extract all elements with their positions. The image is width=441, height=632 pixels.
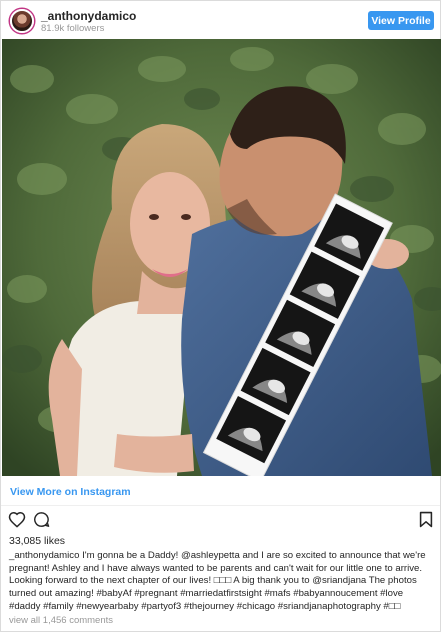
view-profile-button[interactable]: View Profile (368, 11, 434, 30)
follower-count: 81.9k followers (41, 23, 105, 34)
post-caption: _anthonydamico I'm gonna be a Daddy! @as… (9, 550, 435, 614)
post-header: _anthonydamico 81.9k followers View Prof… (1, 1, 440, 39)
comment-icon[interactable] (33, 511, 50, 528)
username[interactable]: _anthonydamico (41, 9, 136, 23)
view-more-link[interactable]: View More on Instagram (10, 486, 131, 498)
post-photo[interactable] (2, 39, 441, 476)
caption-username[interactable]: _anthonydamico (9, 550, 79, 561)
instagram-embed-card: _anthonydamico 81.9k followers View Prof… (0, 0, 441, 632)
heart-icon[interactable] (8, 511, 26, 528)
avatar[interactable] (10, 9, 34, 33)
like-count[interactable]: 33,085 likes (9, 535, 65, 547)
view-comments-link[interactable]: view all 1,456 comments (9, 615, 113, 626)
view-more-bar: View More on Instagram (1, 476, 440, 506)
bookmark-icon[interactable] (419, 511, 433, 528)
